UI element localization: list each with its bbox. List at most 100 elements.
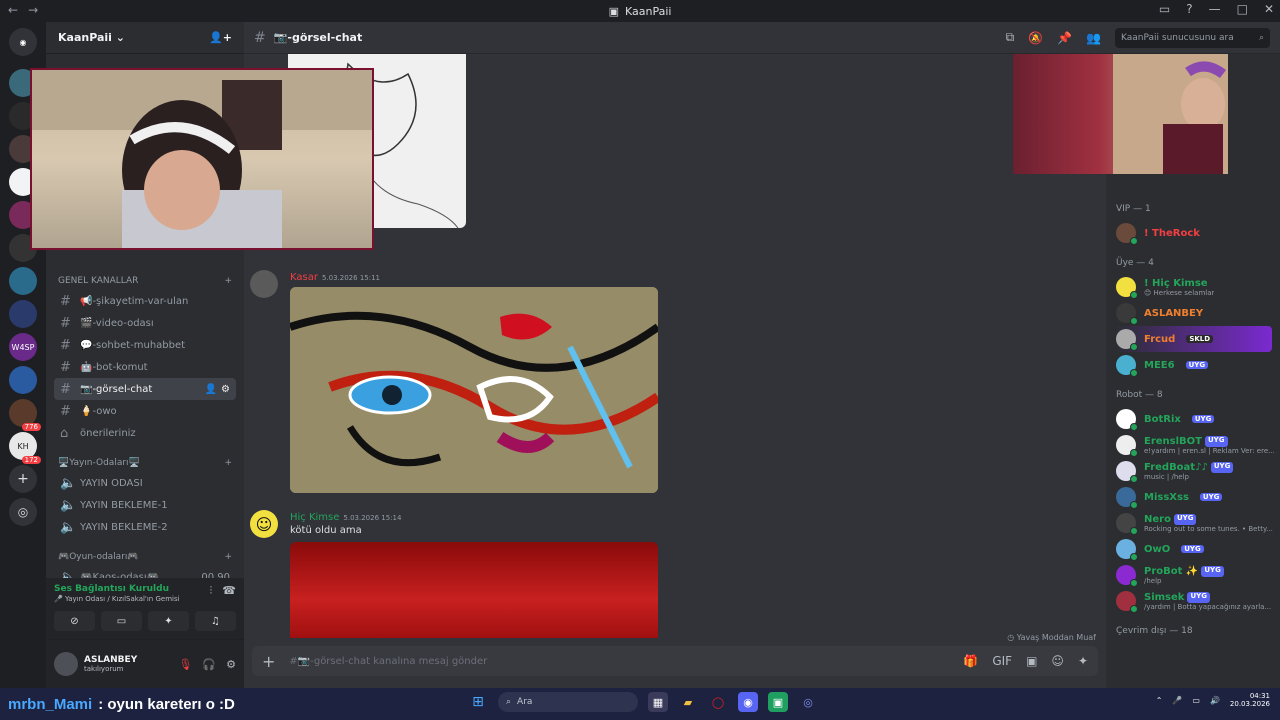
member-item[interactable]: FredBoat♪♪ UYG music | /help — [1114, 458, 1272, 484]
discord-icon[interactable]: ◉ — [738, 692, 758, 712]
apps-icon[interactable]: ✦ — [1078, 654, 1088, 668]
category-oyun[interactable]: 🎮Oyun-odaları🎮 + — [46, 548, 244, 566]
add-attachment-icon[interactable]: + — [262, 652, 275, 671]
windows-start-icon[interactable]: ⊞ — [468, 692, 488, 712]
add-channel-icon[interactable]: + — [224, 458, 232, 468]
channel-item-active[interactable]: # 📷-görsel-chat 👤 ⚙ — [54, 378, 236, 400]
voice-channel-item[interactable]: 🔈 YAYIN BEKLEME-2 — [54, 516, 236, 538]
add-server-icon[interactable]: + — [9, 465, 37, 493]
add-channel-icon[interactable]: + — [224, 276, 232, 286]
gear-icon[interactable]: ⚙ — [221, 384, 230, 395]
volume-icon[interactable]: 🔊 — [1210, 696, 1220, 705]
avatar — [1116, 277, 1138, 299]
screen-share-button[interactable]: ▭ — [101, 611, 142, 631]
avatar — [1116, 355, 1138, 377]
member-item[interactable]: Simsek UYG/yardım | Botta yapacağınız aya… — [1114, 588, 1272, 614]
hash-icon: # — [60, 293, 71, 309]
gear-icon[interactable]: ⚙ — [226, 658, 236, 671]
maximize-icon[interactable]: □ — [1237, 2, 1248, 16]
file-explorer-icon[interactable]: ▰ — [678, 692, 698, 712]
gift-icon[interactable]: 🎁 — [963, 654, 978, 668]
app-tag: UYG — [1205, 435, 1228, 447]
member-item[interactable]: MEE6 UYG — [1114, 352, 1272, 378]
headphones-icon[interactable]: 🎧 — [202, 658, 216, 671]
server-icon[interactable]: 776 — [9, 399, 41, 431]
invite-icon[interactable]: 👤+ — [209, 31, 232, 44]
voice-location: 🎤 Yayın Odası / KızılSakal'ın Gemisi — [54, 595, 180, 603]
discord-home-icon[interactable]: ◉ — [9, 28, 37, 56]
threads-icon[interactable]: ⧉ — [1006, 30, 1015, 45]
channel-item[interactable]: # 🤖-bot-komut — [54, 356, 236, 378]
avatar[interactable] — [250, 270, 278, 298]
message-input[interactable]: #📷-görsel-chat kanalına mesaj gönder — [289, 656, 487, 667]
channel-item[interactable]: # 🎬-video-odası — [54, 312, 236, 334]
category-yayin[interactable]: 🖥️Yayın-Odaları🖥️ + — [46, 454, 244, 472]
help-icon[interactable]: ? — [1186, 2, 1192, 16]
chevron-up-icon[interactable]: ⌃ — [1156, 696, 1163, 705]
camera-off-button[interactable]: ⊘ — [54, 611, 95, 631]
server-icon[interactable]: W4SP — [9, 333, 37, 361]
channel-item[interactable]: # 💬-sohbet-muhabbet — [54, 334, 236, 356]
invite-icon[interactable]: 👤 — [205, 384, 217, 395]
opera-icon[interactable]: ◯ — [708, 692, 728, 712]
category-genel[interactable]: GENEL KANALLAR + — [46, 272, 244, 290]
member-item[interactable]: ASLANBEY — [1114, 300, 1272, 326]
member-item[interactable]: MissXss UYG — [1114, 484, 1272, 510]
minimize-icon[interactable]: — — [1209, 2, 1221, 16]
member-list-icon[interactable]: 👥 — [1086, 31, 1101, 45]
member-item[interactable]: ErenslBOT UYG e!yardım | eren.sl | Reklam … — [1114, 432, 1274, 458]
app-icon[interactable]: ◎ — [798, 692, 818, 712]
forward-icon[interactable]: → — [28, 3, 38, 17]
mute-icon[interactable]: 🎙 — [178, 658, 192, 671]
server-icon[interactable] — [9, 366, 37, 394]
emoji-icon[interactable]: ☺ — [1051, 654, 1064, 668]
member-item[interactable]: ! Hiç Kimse 😊 Herkese selamlar — [1114, 274, 1272, 300]
server-icon[interactable] — [9, 300, 37, 328]
clock[interactable]: 04:31 20.03.2026 — [1230, 692, 1270, 709]
channel-item[interactable]: # 📢-şikayetim-var-ulan — [54, 290, 236, 312]
member-item[interactable]: Frcud SKLD — [1114, 326, 1272, 352]
soundboard-button[interactable]: ♫ — [195, 611, 236, 631]
message-author[interactable]: Kasar — [290, 272, 318, 283]
message-composer[interactable]: + #📷-görsel-chat kanalına mesaj gönder 🎁… — [252, 646, 1098, 676]
taskbar-search[interactable]: ⌕ Ara — [498, 692, 638, 712]
avatar — [1116, 409, 1138, 431]
voice-channel-item[interactable]: 🔈 YAYIN BEKLEME-1 — [54, 494, 236, 516]
avatar[interactable] — [54, 652, 78, 676]
back-icon[interactable]: ← — [8, 3, 18, 17]
pin-icon[interactable]: 📌 — [1057, 31, 1072, 45]
member-item[interactable]: BotRix UYG — [1114, 406, 1272, 432]
member-item[interactable]: ProBot ✨ UYG/help — [1114, 562, 1272, 588]
add-channel-icon[interactable]: + — [224, 552, 232, 562]
attachment-image[interactable] — [290, 287, 658, 493]
network-icon[interactable]: ▭ — [1192, 696, 1200, 705]
server-header[interactable]: KaanPaii ⌄ 👤+ — [46, 22, 244, 54]
hash-icon: # — [254, 29, 266, 46]
obs-icon[interactable]: ▣ — [768, 692, 788, 712]
task-view-icon[interactable]: ▦ — [648, 692, 668, 712]
server-icon[interactable] — [9, 267, 37, 295]
voice-channel-item[interactable]: 🔈 YAYIN ODASI — [54, 472, 236, 494]
attachment-image[interactable] — [290, 542, 658, 638]
avatar[interactable]: ☺ — [250, 510, 278, 538]
activities-button[interactable]: ✦ — [148, 611, 189, 631]
notification-bell-icon[interactable]: 🔕 — [1028, 31, 1043, 45]
member-item[interactable]: Nero UYG Rocking out to some tunes. • Bett… — [1114, 510, 1273, 536]
message: ☺ Hiç Kimse 5.03.2026 15:14 kötü oldu ama — [250, 510, 658, 638]
server-icon[interactable]: KH 172 — [9, 432, 41, 464]
inbox-icon[interactable]: ▭ — [1159, 2, 1170, 16]
search-input[interactable]: KaanPaii sunucusunu ara ⌕ — [1115, 27, 1270, 48]
microphone-icon[interactable]: 🎤 — [1172, 696, 1182, 705]
explore-icon[interactable]: ◎ — [9, 498, 37, 526]
member-item[interactable]: ! TheRock — [1114, 220, 1272, 246]
channel-header: # 📷-görsel-chat ⧉ 🔕 📌 👥 KaanPaii sunucus… — [244, 22, 1280, 54]
close-icon[interactable]: ✕ — [1264, 2, 1274, 16]
member-item[interactable]: OwO UYG — [1114, 536, 1272, 562]
disconnect-icon[interactable]: ☎ — [222, 584, 236, 603]
gif-icon[interactable]: GIF — [992, 654, 1012, 668]
message-author[interactable]: Hiç Kimse — [290, 512, 339, 523]
channel-item[interactable]: ⌂ önerileriniz — [54, 422, 236, 444]
sticker-icon[interactable]: ▣ — [1026, 654, 1037, 668]
channel-item[interactable]: # 🍦-owo — [54, 400, 236, 422]
noise-suppression-icon[interactable]: ⫶ — [210, 584, 213, 603]
